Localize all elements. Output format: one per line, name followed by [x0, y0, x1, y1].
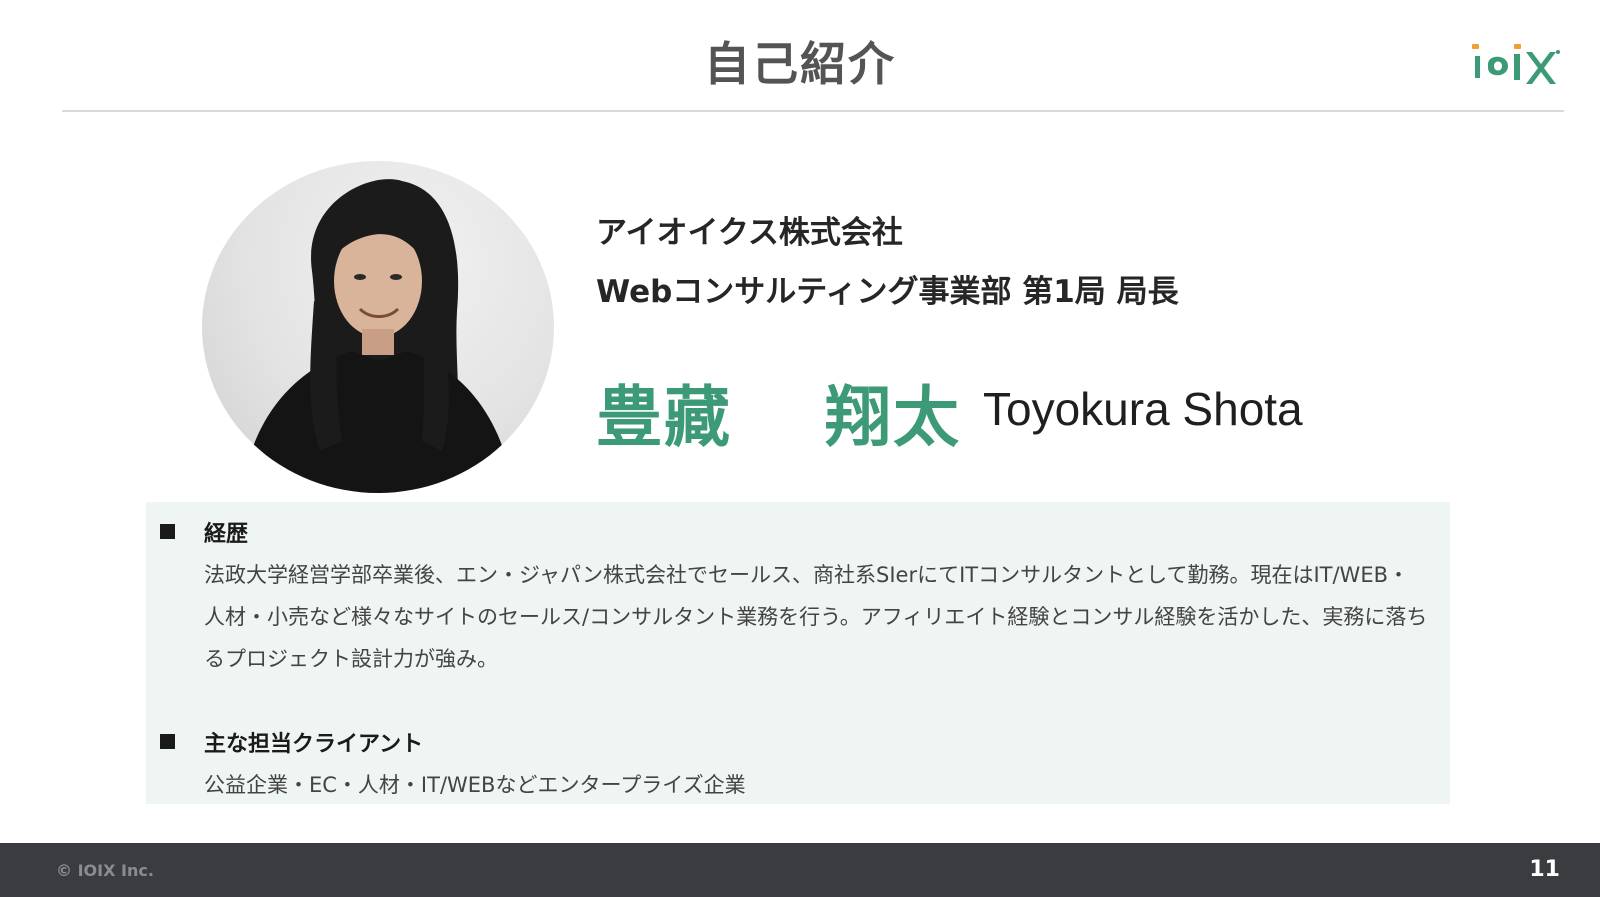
career-text: 法政大学経営学部卒業後、エン・ジャパン株式会社でセールス、商社系SIerにてIT…	[204, 563, 1428, 671]
profile-photo	[202, 161, 554, 493]
career-heading: 経歴	[204, 522, 249, 547]
copyright: © IOIX Inc.	[56, 861, 154, 880]
job-title: Webコンサルティング事業部 第1局 局長	[596, 274, 1179, 310]
clients-text: 公益企業・EC・人材・IT/WEBなどエンタープライズ企業	[204, 773, 746, 797]
name-english: Toyokura Shota	[983, 383, 1303, 435]
name-japanese: 豊藏 翔太	[596, 379, 961, 456]
square-bullet-icon	[160, 734, 175, 749]
profile-info-box: 経歴 法政大学経営学部卒業後、エン・ジャパン株式会社でセールス、商社系SIerに…	[146, 502, 1450, 804]
clients-heading: 主な担当クライアント	[204, 732, 424, 757]
footer-bar: © IOIX Inc. 11	[0, 843, 1600, 897]
company-name: アイオイクス株式会社	[596, 215, 903, 251]
page-number: 11	[1529, 857, 1560, 882]
slide: 自己紹介 アイオイクス株式会社 Webコンサルティング事業部 第1局 局長 豊藏…	[0, 0, 1600, 897]
ioix-logo	[1470, 40, 1562, 92]
square-bullet-icon	[160, 524, 175, 539]
slide-title: 自己紹介	[704, 37, 896, 91]
title-divider	[62, 110, 1564, 112]
